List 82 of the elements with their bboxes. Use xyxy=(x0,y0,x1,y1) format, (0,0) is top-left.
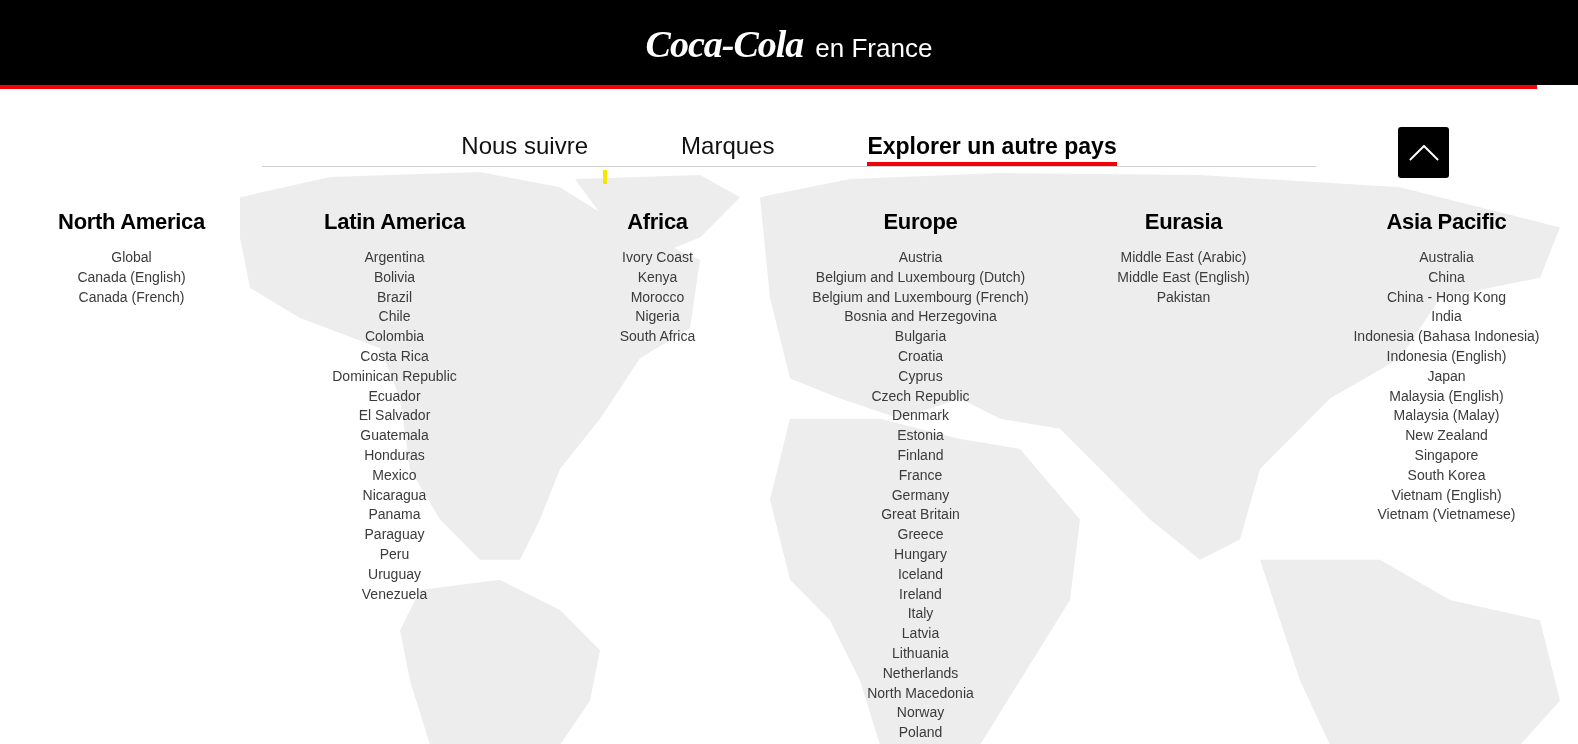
country-link[interactable]: India xyxy=(1431,307,1462,328)
country-link[interactable]: Germany xyxy=(891,485,950,506)
country-link[interactable]: Iceland xyxy=(897,564,944,585)
country-link[interactable]: Japan xyxy=(1427,366,1466,387)
country-link[interactable]: Indonesia (English) xyxy=(1386,347,1507,367)
country-link[interactable]: Colombia xyxy=(364,327,425,347)
country-link[interactable]: Morocco xyxy=(630,287,685,308)
country-link[interactable]: Venezuela xyxy=(361,584,428,605)
country-link[interactable]: Peru xyxy=(379,544,410,565)
country-link[interactable]: Norway xyxy=(896,703,945,724)
country-link[interactable]: Honduras xyxy=(364,445,425,466)
country-link[interactable]: Singapore xyxy=(1414,445,1479,466)
country-link[interactable]: Argentina xyxy=(364,248,425,268)
country-link[interactable]: Brazil xyxy=(377,287,412,308)
country-link[interactable]: Costa Rica xyxy=(360,347,429,367)
country-link[interactable]: Panama xyxy=(368,505,421,526)
country-link[interactable]: Nigeria xyxy=(635,307,680,328)
country-link[interactable]: Italy xyxy=(907,604,934,625)
country-link[interactable]: Vietnam (Vietnamese) xyxy=(1377,505,1516,526)
country-link[interactable]: France xyxy=(898,465,943,486)
region-heading: Asia Pacific xyxy=(1386,209,1507,235)
country-link[interactable]: Cyprus xyxy=(898,366,943,387)
country-link[interactable]: Czech Republic xyxy=(871,386,970,407)
country-link[interactable]: Global xyxy=(111,248,152,268)
country-link[interactable]: Great Britain xyxy=(881,505,960,526)
country-link[interactable]: Canada (French) xyxy=(78,287,185,308)
country-link[interactable]: Chile xyxy=(378,307,411,328)
brand-logo[interactable]: Coca-Cola xyxy=(645,22,804,66)
country-link[interactable]: Vietnam (English) xyxy=(1391,485,1502,506)
country-link[interactable]: China - Hong Kong xyxy=(1386,287,1507,308)
country-link[interactable]: Pakistan xyxy=(1156,287,1211,308)
country-link[interactable]: Denmark xyxy=(892,406,949,427)
country-link[interactable]: Finland xyxy=(897,445,944,466)
back-to-top-button[interactable] xyxy=(1398,127,1449,178)
region-heading: Latin America xyxy=(324,209,465,235)
country-link[interactable]: Mexico xyxy=(372,465,417,486)
country-link[interactable]: Middle East (Arabic) xyxy=(1120,248,1247,268)
country-link[interactable]: Canada (English) xyxy=(77,267,186,288)
country-link[interactable]: El Salvador xyxy=(358,406,431,427)
country-link[interactable]: Uruguay xyxy=(368,564,421,585)
region-heading: Africa xyxy=(627,209,688,235)
region-heading: Eurasia xyxy=(1144,209,1223,235)
country-link[interactable]: Kenya xyxy=(637,267,678,288)
country-link[interactable]: Indonesia (Bahasa Indonesia) xyxy=(1353,327,1540,347)
nav-tab[interactable]: Explorer un autre pays xyxy=(867,131,1117,166)
country-link[interactable]: Dominican Republic xyxy=(332,366,457,387)
country-link[interactable]: Belgium and Luxembourg (Dutch) xyxy=(815,267,1026,288)
country-link[interactable]: Nicaragua xyxy=(362,485,427,506)
country-link[interactable]: Belgium and Luxembourg (French) xyxy=(812,287,1029,308)
country-link[interactable]: New Zealand xyxy=(1405,426,1488,446)
country-link[interactable]: Croatia xyxy=(897,347,944,367)
country-link[interactable]: Bosnia and Herzegovina xyxy=(844,307,997,328)
country-link[interactable]: Netherlands xyxy=(882,663,959,684)
country-link[interactable]: Ecuador xyxy=(368,386,421,407)
country-link[interactable]: Middle East (English) xyxy=(1117,267,1250,288)
country-link[interactable]: Bolivia xyxy=(373,267,416,288)
country-link[interactable]: Bulgaria xyxy=(894,327,947,347)
country-link[interactable]: Latvia xyxy=(901,624,940,644)
site-name: en France xyxy=(815,33,933,63)
country-link[interactable]: Greece xyxy=(897,525,944,545)
country-link[interactable]: Malaysia (English) xyxy=(1389,386,1504,407)
country-link[interactable]: Australia xyxy=(1419,248,1474,268)
country-link[interactable]: Ireland xyxy=(899,584,942,605)
country-link[interactable]: Ivory Coast xyxy=(622,248,693,268)
country-link[interactable]: Estonia xyxy=(897,426,944,446)
region-heading: Europe xyxy=(883,209,958,235)
nav-tab[interactable]: Nous suivre xyxy=(461,131,589,166)
country-link[interactable]: North Macedonia xyxy=(867,683,974,704)
nav-tab[interactable]: Marques xyxy=(681,131,775,166)
country-link[interactable]: South Africa xyxy=(619,327,696,347)
country-link[interactable]: Poland xyxy=(898,723,943,743)
country-link[interactable]: Malaysia (Malay) xyxy=(1393,406,1500,427)
region-heading: North America xyxy=(58,209,205,235)
country-link[interactable]: China xyxy=(1428,267,1465,288)
country-link[interactable]: Guatemala xyxy=(360,426,429,446)
country-link[interactable]: Hungary xyxy=(894,544,947,565)
country-link[interactable]: South Korea xyxy=(1407,465,1486,486)
country-link[interactable]: Lithuania xyxy=(892,643,949,664)
marker-icon xyxy=(603,170,607,184)
country-link[interactable]: Paraguay xyxy=(364,525,425,545)
chevron-up-icon xyxy=(1408,144,1439,161)
country-link[interactable]: Austria xyxy=(898,248,943,268)
